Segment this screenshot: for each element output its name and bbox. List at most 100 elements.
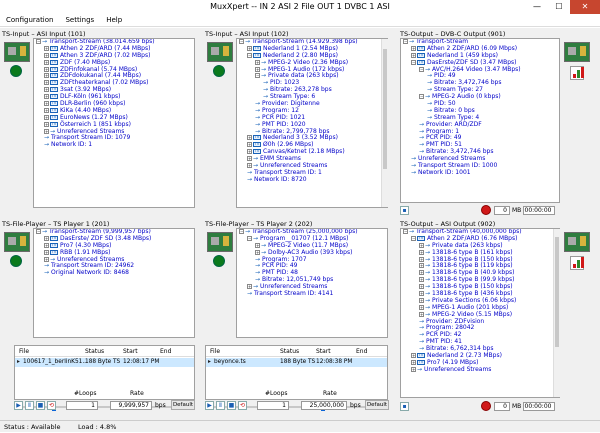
tree-node[interactable]: → Provider: ARD/ZDF <box>401 121 559 129</box>
collapse-icon[interactable]: − <box>247 235 252 241</box>
tree-node[interactable]: + TV DasErste/ ZDF SD (3.48 MBps) <box>34 235 194 243</box>
tree-node[interactable]: → Network ID: 8720 <box>237 176 387 184</box>
collapse-icon[interactable]: − <box>419 66 424 72</box>
expand-icon[interactable]: + <box>44 73 49 79</box>
col-status[interactable]: Status <box>85 346 104 357</box>
expand-icon[interactable]: + <box>44 101 49 107</box>
stop-icon[interactable]: ■ <box>36 401 45 410</box>
tree-node[interactable]: − → MPEG-2 Audio (0 kbps) <box>401 93 559 101</box>
menu-settings[interactable]: Settings <box>59 14 100 26</box>
bitrate-chart-icon[interactable] <box>570 256 584 270</box>
rate-input[interactable]: 9,999,957 <box>110 401 152 410</box>
col-file[interactable]: File <box>210 346 220 357</box>
stream-tree[interactable]: − → Transport-Stream (14.929.398 bps) + TV Ne… <box>236 38 388 208</box>
save-icon[interactable]: ▪ <box>400 206 409 215</box>
collapse-icon[interactable]: − <box>419 94 424 100</box>
collapse-icon[interactable]: − <box>239 229 244 234</box>
minimize-button[interactable]: — <box>526 0 548 14</box>
expand-icon[interactable]: + <box>419 291 424 297</box>
expand-icon[interactable]: + <box>419 311 424 317</box>
expand-icon[interactable]: + <box>44 80 49 86</box>
expand-icon[interactable]: + <box>419 304 424 310</box>
col-end[interactable]: End <box>160 346 171 357</box>
stream-tree[interactable]: − → Transport-Stream (9,999,957 bps) + TV Das… <box>33 228 195 338</box>
tree-node[interactable]: → Network ID: 1001 <box>401 169 559 177</box>
expand-icon[interactable]: + <box>255 66 260 72</box>
tree-node[interactable]: + TV ZDFtheaterkanal (7.02 MBps) <box>34 79 194 87</box>
expand-icon[interactable]: + <box>411 45 416 51</box>
col-end[interactable]: End <box>356 346 367 357</box>
expand-icon[interactable]: + <box>411 359 416 365</box>
expand-icon[interactable]: + <box>44 242 49 248</box>
pause-icon[interactable]: Ⅱ <box>25 401 34 410</box>
expand-icon[interactable]: + <box>44 107 49 113</box>
expand-icon[interactable]: + <box>44 235 49 241</box>
stream-tree[interactable]: − → Transport-Stream + TV Athen 2 ZDF/ARD (6.… <box>400 38 560 203</box>
collapse-icon[interactable]: − <box>239 39 244 44</box>
expand-icon[interactable]: + <box>44 66 49 72</box>
maximize-button[interactable]: ☐ <box>548 0 570 14</box>
stop-icon[interactable]: ■ <box>227 401 236 410</box>
loop-icon[interactable]: ⟲ <box>47 401 56 410</box>
col-start[interactable]: Start <box>316 346 331 357</box>
stream-tree[interactable]: − → Transport-Stream (25,000,000 bps) − → Pro… <box>236 228 388 338</box>
tree-node[interactable]: → Transport Stream ID: 4141 <box>237 290 387 298</box>
tree-node[interactable]: + TV Nederland 2 (2.73 MBps) <box>401 352 559 360</box>
tree-node[interactable]: → Program: 1 <box>401 128 559 136</box>
tree-node[interactable]: + TV DLR-Berlin (960 kbps) <box>34 100 194 108</box>
expand-icon[interactable]: + <box>419 284 424 290</box>
expand-icon[interactable]: + <box>255 59 260 65</box>
bitrate-chart-icon[interactable] <box>570 66 584 80</box>
collapse-icon[interactable]: − <box>403 229 408 234</box>
tree-node[interactable]: + TV Athen 3 ZDF/ARD (7.02 MBps) <box>34 52 194 60</box>
expand-icon[interactable]: + <box>411 353 416 359</box>
tree-node[interactable]: + → Unreferenced Streams <box>401 366 559 374</box>
close-button[interactable]: ✕ <box>570 0 600 14</box>
file-row[interactable]: ▸ beyonce.ts 188 Byte TS 12:08:38 PM <box>206 358 387 367</box>
expand-icon[interactable]: + <box>44 256 49 262</box>
menu-configuration[interactable]: Configuration <box>0 14 59 26</box>
expand-icon[interactable]: + <box>411 52 416 58</box>
expand-icon[interactable]: + <box>247 149 252 155</box>
loops-input[interactable]: 1 <box>257 401 289 410</box>
expand-icon[interactable]: + <box>44 87 49 93</box>
tree-scrollbar[interactable] <box>381 39 388 207</box>
expand-icon[interactable]: + <box>44 59 49 65</box>
expand-icon[interactable]: + <box>419 277 424 283</box>
expand-icon[interactable]: + <box>44 128 49 134</box>
tree-node[interactable]: → PCR PID: 49 <box>401 135 559 142</box>
pause-icon[interactable]: Ⅱ <box>216 401 225 410</box>
expand-icon[interactable]: + <box>411 366 416 372</box>
play-icon[interactable]: ▶ <box>14 401 23 410</box>
collapse-icon[interactable]: − <box>403 39 408 44</box>
tree-node[interactable]: → PID: 50 <box>401 100 559 108</box>
expand-icon[interactable]: + <box>255 242 260 248</box>
collapse-icon[interactable]: − <box>411 59 416 65</box>
tree-node[interactable]: + TV Pro7 (4.30 MBps) <box>34 242 194 250</box>
tree-node[interactable]: → Network ID: 1 <box>34 141 194 149</box>
tree-node[interactable]: → Bitrate: 0 bps <box>401 107 559 115</box>
col-file[interactable]: File <box>19 346 29 357</box>
stream-tree[interactable]: − → Transport-Stream (40,000,000 bps) − TV At… <box>400 228 560 398</box>
col-status[interactable]: Status <box>280 346 299 357</box>
expand-icon[interactable]: + <box>247 45 252 51</box>
loops-input[interactable]: 1 <box>66 401 98 410</box>
tree-node[interactable]: → Program: 28042 <box>401 325 559 332</box>
tree-node[interactable]: → PCR PID: 42 <box>401 331 559 339</box>
collapse-icon[interactable]: − <box>247 52 252 58</box>
expand-icon[interactable]: + <box>419 270 424 276</box>
expand-icon[interactable]: + <box>44 94 49 100</box>
record-led-icon[interactable] <box>481 401 491 411</box>
default-button[interactable]: Default <box>365 400 389 410</box>
collapse-icon[interactable]: − <box>36 229 41 234</box>
tree-node[interactable]: − → AVC/H.264 Video (3.47 MBps) <box>401 66 559 74</box>
save-icon[interactable]: ▪ <box>400 402 409 411</box>
expand-icon[interactable]: + <box>419 263 424 269</box>
collapse-icon[interactable]: − <box>255 73 260 79</box>
collapse-icon[interactable]: − <box>411 235 416 241</box>
tree-scrollbar[interactable] <box>553 229 560 397</box>
tree-node[interactable]: → Original Network ID: 8468 <box>34 269 194 277</box>
file-row[interactable]: ▸ 100617_1_berlinK51... 188 Byte TS 12:0… <box>15 358 194 367</box>
expand-icon[interactable]: + <box>247 284 252 290</box>
expand-icon[interactable]: + <box>44 114 49 120</box>
